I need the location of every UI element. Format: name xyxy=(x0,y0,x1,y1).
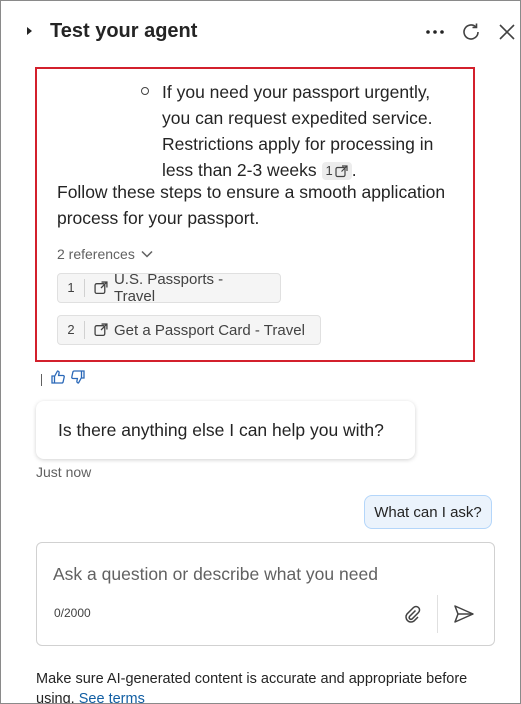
thumbs-up-icon[interactable] xyxy=(50,369,66,390)
send-icon xyxy=(454,605,474,623)
highlighted-answer-region: If you need your passport urgently, you … xyxy=(35,67,475,362)
divider xyxy=(41,373,42,386)
close-icon[interactable] xyxy=(494,19,520,45)
ai-disclaimer: Make sure AI-generated content is accura… xyxy=(36,669,486,703)
external-link-icon xyxy=(94,281,108,295)
external-link-icon xyxy=(94,323,108,337)
character-counter: 0/2000 xyxy=(54,606,91,620)
citation-badge[interactable]: 1 xyxy=(321,162,352,180)
bot-message-text: Is there anything else I can help you wi… xyxy=(58,419,384,440)
refresh-icon[interactable] xyxy=(458,19,484,45)
reference-label: U.S. Passports - Travel xyxy=(113,271,224,305)
references-label: 2 references xyxy=(57,246,135,262)
thumbs-down-icon[interactable] xyxy=(70,369,86,390)
reference-number: 1 xyxy=(58,279,85,297)
reference-chip-1[interactable]: 1 U.S. Passports - Travel xyxy=(57,271,281,305)
external-link-icon xyxy=(335,164,348,177)
bullet-suffix: . xyxy=(351,160,357,180)
user-message-text: What can I ask? xyxy=(374,503,482,521)
user-message-bubble: What can I ask? xyxy=(364,495,492,529)
message-composer: 0/2000 xyxy=(36,542,495,646)
feedback-bar xyxy=(41,369,86,390)
collapse-caret-icon[interactable] xyxy=(27,27,32,35)
send-button[interactable] xyxy=(451,601,477,627)
attach-button[interactable] xyxy=(399,601,425,627)
reference-chip-2[interactable]: 2 Get a Passport Card - Travel xyxy=(57,315,321,345)
reference-label: Get a Passport Card - Travel xyxy=(114,321,305,339)
answer-paragraph: Follow these steps to ensure a smooth ap… xyxy=(57,182,446,228)
composer-divider xyxy=(437,595,438,633)
bot-message-bubble: Is there anything else I can help you wi… xyxy=(36,401,415,459)
more-options-icon[interactable] xyxy=(422,19,448,45)
paperclip-icon xyxy=(405,605,421,623)
references-toggle[interactable]: 2 references xyxy=(57,246,153,262)
message-timestamp: Just now xyxy=(36,464,92,480)
bullet-text: If you need your passport urgently, you … xyxy=(162,82,434,180)
panel-title: Test your agent xyxy=(50,20,198,42)
test-agent-panel: Test your agent If you need your passpor… xyxy=(0,0,521,704)
chat-input[interactable] xyxy=(53,561,453,587)
reference-number: 2 xyxy=(58,321,85,339)
panel-header: Test your agent xyxy=(1,1,520,63)
bullet-icon xyxy=(141,87,149,95)
see-terms-link[interactable]: See terms xyxy=(79,691,145,703)
chevron-down-icon xyxy=(141,250,153,258)
